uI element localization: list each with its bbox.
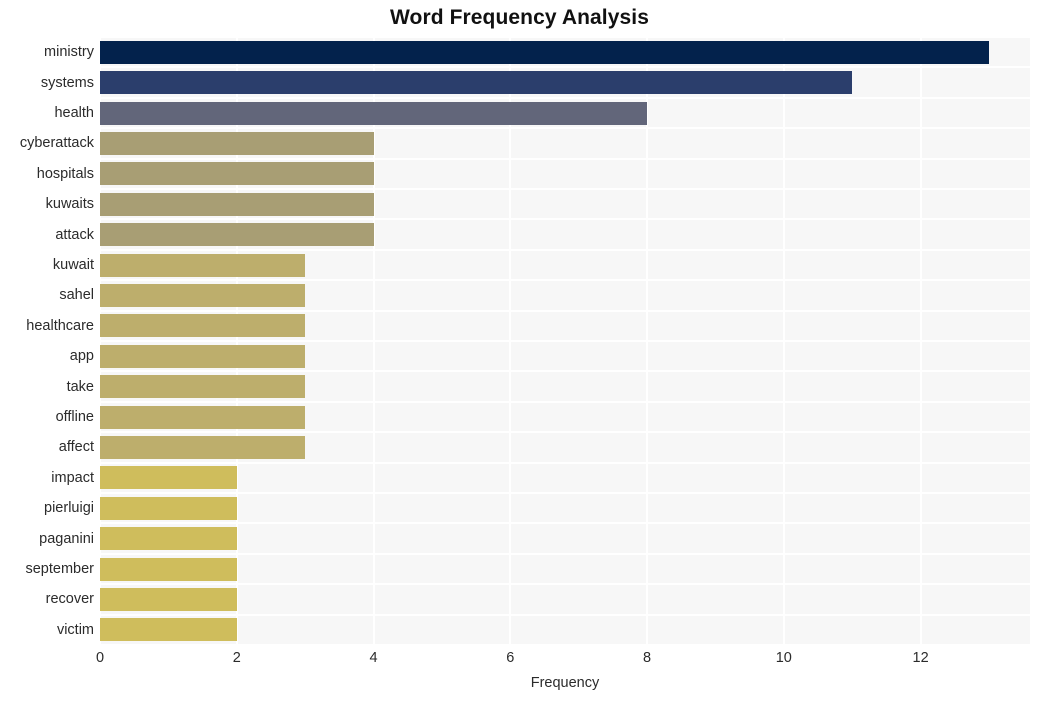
y-tick-label-app: app [69, 348, 94, 365]
bar-take [100, 375, 306, 399]
bar-september [100, 557, 237, 581]
bar-recover [100, 587, 237, 611]
bar-attack [100, 223, 374, 247]
bar-app [100, 344, 306, 368]
y-tick-label-pierluigi: pierluigi [44, 500, 94, 517]
bar-healthcare [100, 314, 306, 338]
y-tick-label-attack: attack [55, 226, 94, 243]
bar-systems [100, 71, 853, 95]
bar-offline [100, 405, 306, 429]
bar-kuwaits [100, 192, 374, 216]
y-tick-label-offline: offline [55, 409, 94, 425]
y-tick-label-hospitals: hospitals [36, 165, 94, 182]
bar-pierluigi [100, 496, 237, 520]
y-tick-label-recover: recover [45, 591, 94, 608]
bar-kuwait [100, 253, 306, 277]
x-tick-label-12: 12 [912, 650, 929, 666]
x-tick-label-8: 8 [643, 650, 652, 666]
bar-cyberattack [100, 131, 374, 155]
bar-hospitals [100, 162, 374, 186]
bar-victim [100, 618, 237, 642]
x-tick-label-10: 10 [775, 650, 792, 666]
x-axis-tick-labels: 0 2 4 6 8 10 12 [96, 650, 1030, 672]
bar-ministry [100, 40, 989, 64]
y-tick-label-victim: victim [56, 621, 94, 638]
bar-paganini [100, 527, 237, 551]
y-tick-label-take: take [66, 378, 94, 395]
chart-title: Word Frequency Analysis [389, 6, 650, 29]
x-tick-label-6: 6 [506, 650, 515, 666]
bar-affect [100, 435, 306, 459]
x-tick-label-4: 4 [369, 650, 378, 666]
y-tick-label-september: september [25, 561, 94, 577]
y-tick-label-affect: affect [58, 439, 94, 456]
y-tick-label-health: health [54, 105, 94, 121]
y-tick-label-impact: impact [51, 469, 94, 486]
bar-sahel [100, 283, 306, 307]
y-tick-label-healthcare: healthcare [26, 317, 94, 334]
y-tick-label-paganini: paganini [39, 530, 94, 547]
y-tick-label-kuwaits: kuwaits [45, 196, 94, 213]
y-axis-tick-labels: ministry systems health cyberattack hospital… [0, 37, 94, 645]
y-tick-label-systems: systems [40, 74, 94, 91]
x-tick-label-0: 0 [95, 650, 105, 666]
bars-layer [100, 37, 1030, 645]
bar-health [100, 101, 648, 125]
x-tick-label-2: 2 [232, 650, 241, 666]
y-tick-label-cyberattack: cyberattack [19, 135, 94, 152]
word-frequency-chart: Word Frequency Analysis ministry systems h… [0, 0, 1039, 701]
y-tick-label-ministry: ministry [44, 44, 94, 61]
x-axis-title: Frequency [530, 675, 600, 691]
y-tick-label-sahel: sahel [59, 287, 94, 304]
bar-impact [100, 466, 237, 490]
y-tick-label-kuwait: kuwait [52, 257, 94, 273]
